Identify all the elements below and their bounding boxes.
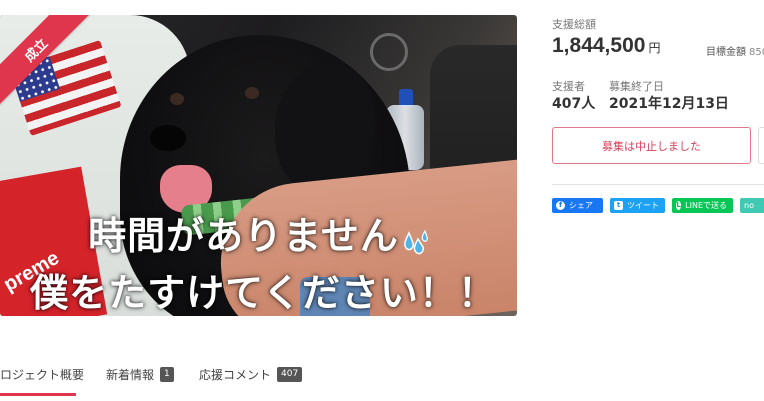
car-air-vent: [370, 33, 408, 71]
facebook-share-button[interactable]: f シェア: [552, 198, 603, 213]
note-share-label: no: [744, 201, 754, 210]
hero-caption-line1: 時間がありません: [0, 205, 517, 260]
project-tabs: ロジェクト概要 新着情報 1 応援コメント 407: [0, 360, 764, 401]
tab-project-overview[interactable]: ロジェクト概要: [0, 366, 84, 383]
twitter-share-label: ツイート: [627, 201, 659, 210]
project-hero-image: preme 時間がありません 僕をたすけてください！！ 成立: [0, 15, 517, 316]
facebook-share-label: シェア: [569, 201, 593, 210]
puppy-nose: [150, 125, 186, 151]
tab-news-count: 1: [160, 367, 174, 382]
line-share-label: LINEで送る: [685, 201, 727, 210]
tab-news-label: 新着情報: [106, 368, 155, 382]
backers-count: 407人: [552, 96, 596, 112]
total-support-amount: 1,844,500 円: [552, 34, 660, 58]
active-tab-indicator: [0, 393, 76, 396]
sweat-droplets-icon: [401, 224, 429, 254]
target-amount-label: 目標金額: [706, 47, 746, 58]
end-date-value: 2021年12月13日: [609, 96, 729, 112]
puppy-eye-left: [170, 93, 184, 105]
backers-label: 支援者: [552, 80, 585, 93]
total-support-label: 支援総額: [552, 18, 596, 31]
tab-support-comments-count: 407: [277, 367, 303, 382]
tab-support-comments-label: 応援コメント: [199, 368, 272, 382]
twitter-bird-icon: t: [614, 201, 623, 210]
facebook-icon: f: [556, 201, 565, 210]
hero-caption-line1-text: 時間がありません: [88, 214, 399, 258]
puppy-eye-right: [245, 87, 259, 99]
favorite-button[interactable]: [758, 127, 764, 164]
tab-news[interactable]: 新着情報 1: [106, 366, 174, 383]
tab-project-overview-label: ロジェクト概要: [0, 368, 85, 382]
target-amount: 目標金額850: [706, 43, 764, 58]
total-support-value: 1,844,500: [552, 34, 646, 57]
info-divider: [552, 184, 764, 185]
currency-unit: 円: [648, 41, 661, 55]
tab-support-comments[interactable]: 応援コメント 407: [199, 366, 303, 383]
twitter-share-button[interactable]: t ツイート: [610, 198, 665, 213]
recruitment-stopped-button[interactable]: 募集は中止しました: [552, 127, 751, 164]
target-amount-value: 850: [749, 47, 764, 58]
line-icon: L: [676, 201, 682, 210]
note-share-button[interactable]: no: [740, 198, 764, 213]
line-share-button[interactable]: L LINEで送る: [672, 198, 733, 213]
hero-caption-line2: 僕をたすけてください！！: [30, 271, 497, 315]
end-date-label: 募集終了日: [609, 80, 664, 93]
